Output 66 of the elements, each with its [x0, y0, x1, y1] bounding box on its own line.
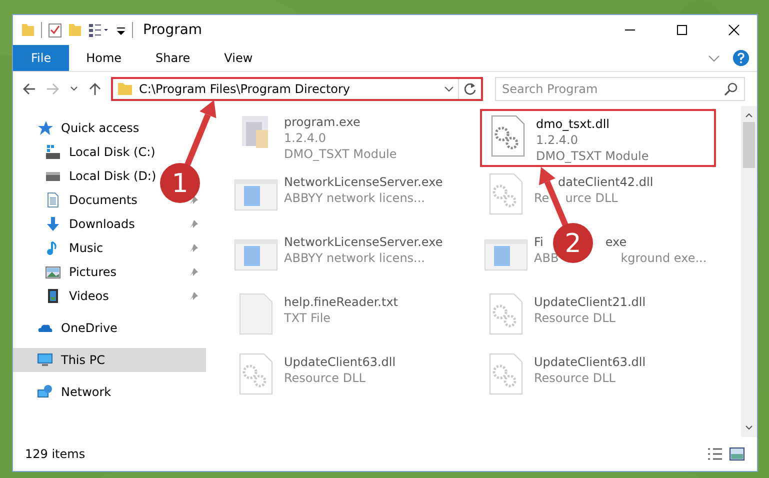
window-title: Program — [143, 22, 202, 38]
close-icon — [728, 24, 740, 36]
ribbon-tab[interactable]: Home — [69, 45, 139, 71]
search-field[interactable]: Search Program — [495, 77, 745, 101]
item-count: 129 items — [25, 447, 86, 461]
back-arrow-icon — [22, 82, 36, 96]
file-name[interactable]: program.exe — [284, 114, 360, 130]
star-icon — [37, 120, 53, 136]
details-view-icon[interactable] — [707, 447, 723, 461]
step-callout: 1 — [160, 100, 216, 203]
view-menu-icon[interactable] — [88, 22, 110, 38]
file-detail: ABBYY network licens... — [284, 250, 425, 266]
file-detail: DMO_TSXT Module — [536, 148, 649, 164]
ribbon-tab[interactable]: View — [207, 45, 270, 71]
nav-item[interactable]: Pictures — [13, 260, 206, 284]
address-field[interactable]: C:\Program Files\Program Directory — [113, 79, 459, 99]
file-name[interactable]: NetworkLicenseServer.exe — [284, 174, 443, 190]
document-icon — [45, 192, 61, 208]
download-icon — [45, 216, 61, 232]
large-icons-view-icon[interactable] — [729, 447, 745, 461]
nav-item[interactable]: Videos — [13, 284, 206, 308]
file-detail: Resource DLL — [284, 370, 366, 386]
forward-arrow-icon — [46, 82, 60, 96]
file-name[interactable]: Fi — [534, 234, 544, 250]
search-icon — [724, 82, 738, 96]
file-name[interactable]: exe — [605, 234, 627, 250]
ribbon-tab[interactable]: File — [13, 45, 70, 71]
monitor-icon — [37, 352, 53, 368]
file-name[interactable]: dmo_tsxt.dll — [536, 116, 610, 132]
file-name[interactable]: UpdateClient63.dll — [534, 354, 646, 370]
folder-icon — [117, 81, 133, 97]
file-detail: Resource DLL — [534, 310, 616, 326]
file-detail: 1.2.4.0 — [284, 130, 326, 146]
file-detail: DMO_TSXT Module — [284, 146, 397, 162]
up-arrow-icon — [88, 82, 102, 96]
nav-item[interactable]: OneDrive — [13, 316, 206, 340]
file-name[interactable]: UpdateClient63.dll — [284, 354, 396, 370]
file-name[interactable]: help.fineReader.txt — [284, 294, 398, 310]
file-detail: Resource DLL — [534, 370, 616, 386]
file-detail: kground exe... — [620, 250, 707, 266]
properties-icon[interactable] — [48, 22, 62, 38]
file-detail: 1.2.4.0 — [536, 132, 578, 148]
dropdown-caret-icon[interactable] — [444, 84, 454, 94]
file-name[interactable]: dateClient42.dll — [558, 174, 654, 190]
maximize-icon — [676, 24, 688, 36]
ribbon-tab[interactable]: Share — [138, 45, 208, 71]
nav-item[interactable]: Downloads — [13, 212, 206, 236]
nav-item[interactable]: Music — [13, 236, 206, 260]
scrollbar[interactable] — [741, 106, 757, 437]
file-detail: ABBYY network licens... — [284, 190, 425, 206]
refresh-icon — [463, 82, 477, 96]
file-detail: urce DLL — [565, 190, 618, 206]
film-icon — [45, 288, 61, 304]
file-detail: Re — [534, 190, 550, 206]
file-name[interactable]: NetworkLicenseServer.exe — [284, 234, 443, 250]
file-detail: ABB — [534, 250, 559, 266]
scrollbar-thumb[interactable] — [743, 122, 755, 168]
file-detail: TXT File — [284, 310, 331, 326]
help-icon[interactable] — [733, 50, 749, 66]
picture-icon — [45, 264, 61, 280]
nav-item[interactable]: Network — [13, 380, 206, 404]
drive-icon — [45, 172, 61, 180]
file-name[interactable]: UpdateClient21.dll — [534, 294, 646, 310]
network-icon — [37, 384, 53, 400]
nav-item[interactable]: This PC — [13, 348, 206, 372]
drive-icon — [45, 144, 61, 160]
